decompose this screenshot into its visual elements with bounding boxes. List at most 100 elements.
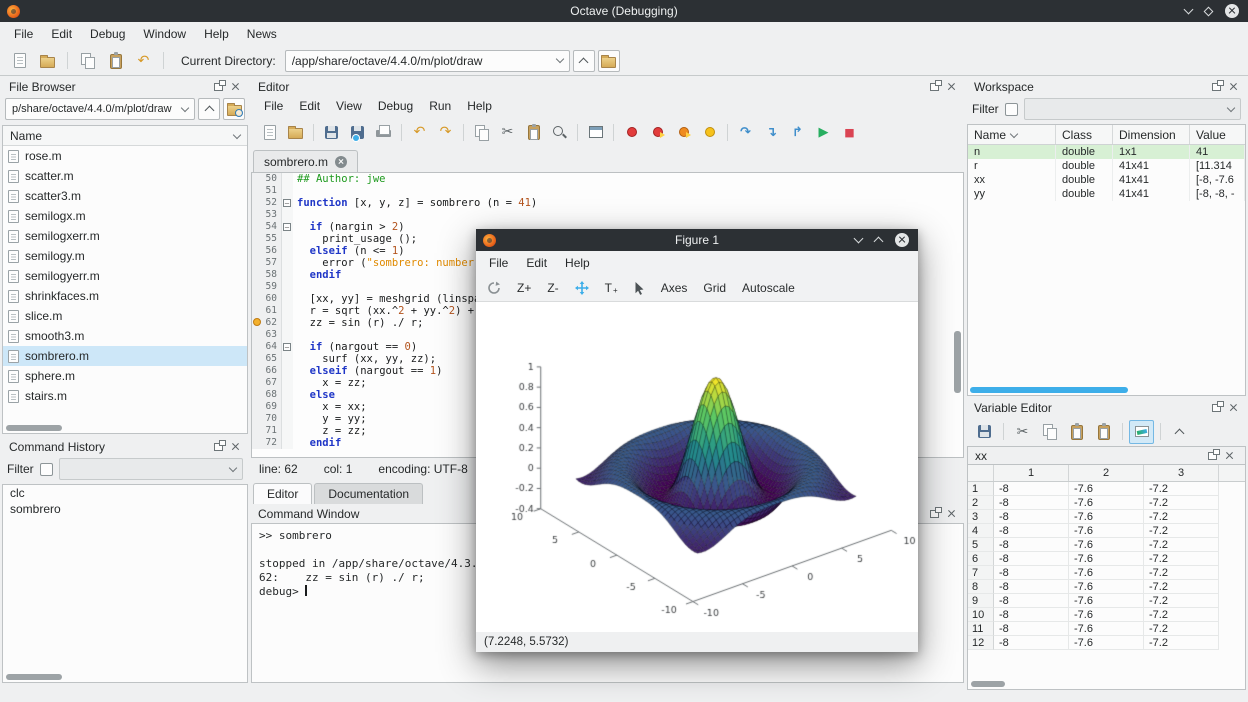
close-icon[interactable] xyxy=(1225,4,1239,18)
cell[interactable]: -7.6 xyxy=(1069,608,1144,622)
file-browser-header[interactable]: File Browser xyxy=(2,77,248,96)
pan-tool-button[interactable] xyxy=(568,278,596,298)
cell[interactable]: -7.6 xyxy=(1069,510,1144,524)
cell[interactable]: -8 xyxy=(994,524,1069,538)
browse-directory-button[interactable] xyxy=(598,50,620,72)
menu-news[interactable]: News xyxy=(238,23,286,45)
fold-marker[interactable]: – xyxy=(283,223,291,231)
copy-button[interactable] xyxy=(469,120,494,144)
go-up-button[interactable] xyxy=(1167,420,1192,444)
workspace-header[interactable]: Workspace xyxy=(967,77,1246,96)
cell[interactable]: -8 xyxy=(994,510,1069,524)
column-value[interactable]: Value xyxy=(1190,125,1245,144)
tab-editor[interactable]: Editor xyxy=(253,483,312,504)
save-button[interactable] xyxy=(319,120,344,144)
workspace-row[interactable]: rdouble41x41[11.314 xyxy=(968,159,1245,173)
menu-help[interactable]: Help xyxy=(195,23,238,45)
undock-button[interactable] xyxy=(210,79,227,95)
open-file-button[interactable] xyxy=(283,120,308,144)
cell[interactable]: -7.2 xyxy=(1144,636,1219,650)
variable-editor-header[interactable]: Variable Editor xyxy=(967,398,1246,417)
save-as-button[interactable] xyxy=(345,120,370,144)
history-item[interactable]: clc xyxy=(3,485,247,501)
file-row[interactable]: smooth3.m xyxy=(3,326,247,346)
cell[interactable]: -7.2 xyxy=(1144,622,1219,636)
undo-button[interactable]: ↶ xyxy=(131,49,156,73)
horizontal-scrollbar[interactable] xyxy=(970,387,1128,393)
filter-combo[interactable] xyxy=(59,458,243,480)
remove-breakpoints-button[interactable] xyxy=(697,120,722,144)
cell[interactable]: -7.6 xyxy=(1069,496,1144,510)
fold-marker[interactable]: – xyxy=(283,199,291,207)
file-row[interactable]: semilogyerr.m xyxy=(3,266,247,286)
variable-row[interactable]: 4-8-7.6-7.2 xyxy=(968,524,1245,538)
print-button[interactable] xyxy=(371,120,396,144)
breakpoint-marker[interactable] xyxy=(253,318,261,326)
filter-checkbox[interactable] xyxy=(1005,103,1018,116)
zoom-out-button[interactable]: Z- xyxy=(540,278,565,298)
horizontal-scrollbar[interactable] xyxy=(6,425,62,431)
editor-menu-view[interactable]: View xyxy=(328,97,370,115)
dock-button[interactable] xyxy=(1204,448,1221,464)
code-line[interactable]: 50## Author: jwe xyxy=(252,173,963,185)
cell[interactable]: -7.6 xyxy=(1069,580,1144,594)
variable-grid-header[interactable]: 1 2 3 xyxy=(968,465,1245,482)
menu-file[interactable]: File xyxy=(5,23,42,45)
workspace-row[interactable]: yydouble41x41[-8, -8, - xyxy=(968,187,1245,201)
fold-marker[interactable]: – xyxy=(283,343,291,351)
cell[interactable]: -7.2 xyxy=(1144,482,1219,496)
insert-text-button[interactable]: T+ xyxy=(598,278,625,298)
command-history-header[interactable]: Command History xyxy=(2,437,248,456)
cell[interactable]: -8 xyxy=(994,608,1069,622)
menu-window[interactable]: Window xyxy=(134,23,195,45)
file-row[interactable]: scatter3.m xyxy=(3,186,247,206)
redo-button[interactable]: ↷ xyxy=(433,120,458,144)
cell[interactable]: -7.6 xyxy=(1069,482,1144,496)
variable-row[interactable]: 2-8-7.6-7.2 xyxy=(968,496,1245,510)
cell[interactable]: -7.6 xyxy=(1069,566,1144,580)
editor-menu-debug[interactable]: Debug xyxy=(370,97,421,115)
step-out-button[interactable]: ↱ xyxy=(785,120,810,144)
horizontal-scrollbar[interactable] xyxy=(6,674,62,680)
cell[interactable]: -8 xyxy=(994,636,1069,650)
cell[interactable]: -7.2 xyxy=(1144,608,1219,622)
close-panel-button[interactable] xyxy=(943,79,960,95)
zoom-in-button[interactable]: Z+ xyxy=(510,278,538,298)
workspace-row[interactable]: xxdouble41x41[-8, -7.6 xyxy=(968,173,1245,187)
code-line[interactable]: 53 xyxy=(252,209,963,221)
cell[interactable]: -8 xyxy=(994,482,1069,496)
cell[interactable]: -7.2 xyxy=(1144,524,1219,538)
vertical-scrollbar[interactable] xyxy=(954,331,961,393)
save-variable-button[interactable] xyxy=(972,420,997,444)
editor-menu-file[interactable]: File xyxy=(256,97,291,115)
cell[interactable]: -7.2 xyxy=(1144,552,1219,566)
figure-plot-area[interactable] xyxy=(476,302,918,632)
column-3[interactable]: 3 xyxy=(1144,465,1219,481)
directory-up-button[interactable] xyxy=(573,50,595,72)
cell[interactable]: -8 xyxy=(994,552,1069,566)
paste-table-button[interactable] xyxy=(1091,420,1116,444)
toggle-breakpoint-button[interactable] xyxy=(619,120,644,144)
editor-menu-run[interactable]: Run xyxy=(421,97,459,115)
file-row[interactable]: shrinkfaces.m xyxy=(3,286,247,306)
browser-actions-button[interactable] xyxy=(223,98,245,120)
variable-row[interactable]: 6-8-7.6-7.2 xyxy=(968,552,1245,566)
close-icon[interactable] xyxy=(895,233,909,247)
maximize-icon[interactable] xyxy=(1204,6,1214,16)
one-directory-up-button[interactable] xyxy=(198,98,220,120)
variable-row[interactable]: 7-8-7.6-7.2 xyxy=(968,566,1245,580)
variable-row[interactable]: 8-8-7.6-7.2 xyxy=(968,580,1245,594)
column-1[interactable]: 1 xyxy=(994,465,1069,481)
continue-button[interactable]: ▶ xyxy=(811,120,836,144)
filter-checkbox[interactable] xyxy=(40,463,53,476)
file-row[interactable]: semilogx.m xyxy=(3,206,247,226)
cell[interactable]: -7.2 xyxy=(1144,510,1219,524)
cell[interactable]: -7.2 xyxy=(1144,580,1219,594)
cell[interactable]: -7.2 xyxy=(1144,496,1219,510)
quit-debug-button[interactable]: ■ xyxy=(837,120,862,144)
axes-button[interactable]: Axes xyxy=(654,278,695,298)
variable-row[interactable]: 5-8-7.6-7.2 xyxy=(968,538,1245,552)
file-row[interactable]: sphere.m xyxy=(3,366,247,386)
minimize-icon[interactable] xyxy=(854,234,864,244)
variable-row[interactable]: 1-8-7.6-7.2 xyxy=(968,482,1245,496)
